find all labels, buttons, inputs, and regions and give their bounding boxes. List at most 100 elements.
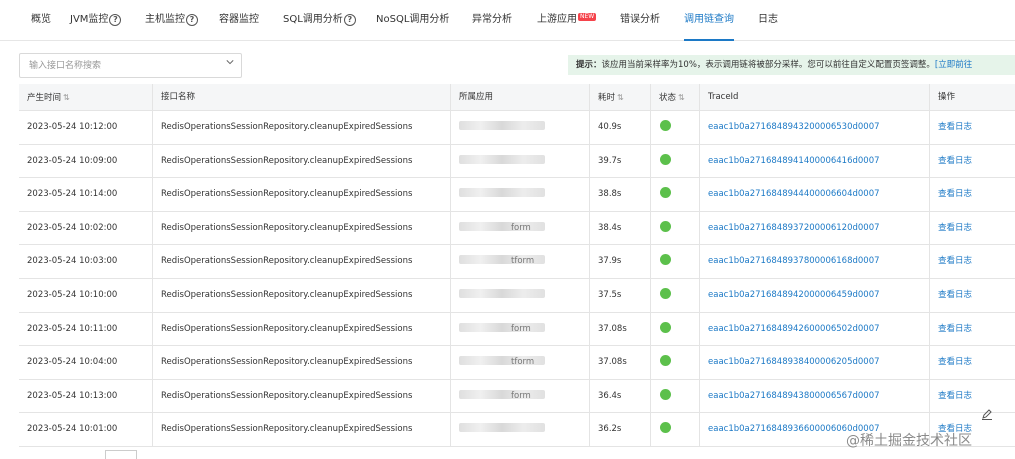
table-row[interactable]: 2023-05-24 10:03:00 RedisOperationsSessio… bbox=[19, 245, 1015, 279]
trace-link[interactable]: eaac1b0a2716848942000006459d0007 bbox=[699, 279, 929, 312]
cell-time: 2023-05-24 10:04:00 bbox=[27, 357, 118, 368]
cell-app: form bbox=[450, 312, 589, 346]
cell-time: 2023-05-24 10:11:00 bbox=[27, 323, 118, 334]
cell-api: RedisOperationsSessionRepository.cleanup… bbox=[152, 312, 450, 346]
table-row[interactable]: 2023-05-24 10:09:00 RedisOperationsSessio… bbox=[19, 144, 1015, 179]
tab-container[interactable]: 容器监控 bbox=[219, 0, 259, 40]
view-log-link[interactable]: 查看日志 bbox=[929, 346, 1015, 379]
api-search-select[interactable] bbox=[19, 53, 242, 78]
tab-log[interactable]: 日志 bbox=[758, 0, 778, 40]
sort-icon[interactable]: ⇅ bbox=[678, 93, 685, 102]
trace-link[interactable]: eaac1b0a2716848942600006502d0007 bbox=[699, 312, 929, 346]
trace-link[interactable]: eaac1b0a2716848937800006168d0007 bbox=[699, 245, 929, 278]
pager-size-select[interactable] bbox=[105, 450, 137, 459]
view-log-link[interactable]: 查看日志 bbox=[929, 379, 1015, 413]
cell-api: RedisOperationsSessionRepository.cleanup… bbox=[152, 346, 450, 379]
redacted-app-name bbox=[459, 154, 545, 164]
help-icon[interactable]: ? bbox=[186, 14, 198, 26]
cell-duration: 38.4s bbox=[589, 211, 650, 245]
table-row[interactable]: 2023-05-24 10:10:00 RedisOperationsSessio… bbox=[19, 279, 1015, 313]
cell-api: RedisOperationsSessionRepository.cleanup… bbox=[152, 144, 450, 178]
redacted-app-name bbox=[459, 389, 545, 399]
trace-table: 产生时间 ⇅ 接口名称 所属应用 耗时 ⇅ 状态 ⇅ TraceId 操作 2023-… bbox=[19, 84, 1015, 459]
tab-sql[interactable]: SQL调用分析? bbox=[283, 0, 356, 40]
pencil-icon[interactable] bbox=[981, 408, 993, 420]
cell-status bbox=[650, 279, 699, 312]
view-log-link[interactable]: 查看日志 bbox=[929, 211, 1015, 245]
app-visible-text: tform bbox=[511, 256, 535, 267]
trace-link[interactable]: eaac1b0a2716848941400006416d0007 bbox=[699, 144, 929, 178]
col-label: 产生时间 bbox=[27, 93, 62, 103]
cell-app: form bbox=[450, 379, 589, 413]
redacted-app-name bbox=[459, 121, 545, 130]
view-log-link[interactable]: 查看日志 bbox=[929, 245, 1015, 278]
col-api: 接口名称 bbox=[152, 84, 450, 110]
cell-status bbox=[650, 211, 699, 245]
col-label: TraceId bbox=[708, 92, 739, 102]
table-row[interactable]: 2023-05-24 10:13:00 RedisOperationsSessio… bbox=[19, 379, 1015, 414]
view-log-link[interactable]: 查看日志 bbox=[929, 312, 1015, 346]
app-visible-text: tform bbox=[511, 357, 535, 368]
cell-time: 2023-05-24 10:13:00 bbox=[27, 390, 118, 401]
tab-label: 概览 bbox=[31, 14, 51, 25]
app-visible-text: form bbox=[511, 222, 531, 233]
trace-link[interactable]: eaac1b0a2716848944400006604d0007 bbox=[699, 178, 929, 211]
cell-duration: 37.9s bbox=[589, 245, 650, 278]
tab-jvm[interactable]: JVM监控? bbox=[70, 0, 122, 40]
table-row[interactable]: 2023-05-24 10:14:00 RedisOperationsSessio… bbox=[19, 178, 1015, 212]
cell-app bbox=[450, 413, 589, 446]
search-input[interactable] bbox=[29, 57, 219, 74]
status-ok-icon bbox=[660, 321, 671, 333]
status-ok-icon bbox=[660, 422, 671, 434]
table-row[interactable]: 2023-05-24 10:02:00 RedisOperationsSessio… bbox=[19, 211, 1015, 246]
chevron-down-icon[interactable] bbox=[226, 58, 234, 66]
tab-label: 上游应用 bbox=[537, 14, 577, 25]
tab-host[interactable]: 主机监控? bbox=[145, 0, 198, 40]
cell-status bbox=[650, 178, 699, 211]
view-log-link[interactable]: 查看日志 bbox=[929, 144, 1015, 178]
watermark: @稀土掘金技术社区 bbox=[846, 433, 972, 449]
cell-api: RedisOperationsSessionRepository.cleanup… bbox=[152, 379, 450, 413]
cell-duration: 40.9s bbox=[589, 111, 650, 144]
status-ok-icon bbox=[660, 153, 671, 165]
view-log-link[interactable]: 查看日志 bbox=[929, 279, 1015, 312]
table-row[interactable]: 2023-05-24 10:11:00 RedisOperationsSessio… bbox=[19, 312, 1015, 347]
col-status[interactable]: 状态 ⇅ bbox=[650, 84, 699, 110]
tab-exception[interactable]: 异常分析 bbox=[472, 0, 512, 40]
tab-overview[interactable]: 概览 bbox=[31, 0, 51, 40]
tab-bar: 概览 JVM监控? 主机监控? 容器监控 SQL调用分析? NoSQL调用分析 … bbox=[0, 0, 1015, 41]
trace-link[interactable]: eaac1b0a2716848937200006120d0007 bbox=[699, 211, 929, 245]
table-row[interactable]: 2023-05-24 10:04:00 RedisOperationsSessio… bbox=[19, 346, 1015, 380]
view-log-link[interactable]: 查看日志 bbox=[929, 178, 1015, 211]
trace-link[interactable]: eaac1b0a2716848938400006205d0007 bbox=[699, 346, 929, 379]
new-badge: NEW bbox=[578, 13, 597, 21]
tab-trace-query[interactable]: 调用链查询 bbox=[684, 0, 734, 41]
tab-upstream[interactable]: 上游应用 NEW bbox=[537, 0, 597, 40]
trace-link[interactable]: eaac1b0a2716848943800006567d0007 bbox=[699, 379, 929, 413]
sort-icon[interactable]: ⇅ bbox=[617, 93, 624, 102]
col-label: 所属应用 bbox=[459, 92, 494, 102]
cell-time: 2023-05-24 10:09:00 bbox=[27, 155, 118, 166]
cell-app bbox=[450, 144, 589, 178]
help-icon[interactable]: ? bbox=[109, 14, 122, 26]
help-icon[interactable]: ? bbox=[343, 14, 356, 26]
col-label: 接口名称 bbox=[161, 92, 196, 102]
cell-time: 2023-05-24 10:12:00 bbox=[27, 122, 118, 132]
cell-api: RedisOperationsSessionRepository.cleanup… bbox=[152, 413, 450, 446]
cell-status bbox=[650, 379, 699, 413]
cell-status bbox=[650, 346, 699, 379]
table-row[interactable]: 2023-05-24 10:12:00 RedisOperationsSessio… bbox=[19, 111, 1015, 145]
col-duration[interactable]: 耗时 ⇅ bbox=[589, 84, 650, 110]
tab-error[interactable]: 错误分析 bbox=[620, 0, 660, 40]
status-ok-icon bbox=[660, 288, 671, 299]
col-time[interactable]: 产生时间 ⇅ bbox=[19, 84, 152, 110]
cell-duration: 36.2s bbox=[589, 413, 650, 446]
view-log-link[interactable]: 查看日志 bbox=[929, 111, 1015, 144]
tab-nosql[interactable]: NoSQL调用分析 bbox=[376, 0, 449, 40]
notice-link[interactable]: [立即前往 bbox=[935, 60, 972, 70]
cell-duration: 37.08s bbox=[589, 346, 650, 379]
cell-time: 2023-05-24 10:10:00 bbox=[27, 290, 118, 300]
sort-icon[interactable]: ⇅ bbox=[63, 93, 70, 102]
trace-link[interactable]: eaac1b0a2716848943200006530d0007 bbox=[699, 111, 929, 144]
cell-app: form bbox=[450, 211, 589, 245]
